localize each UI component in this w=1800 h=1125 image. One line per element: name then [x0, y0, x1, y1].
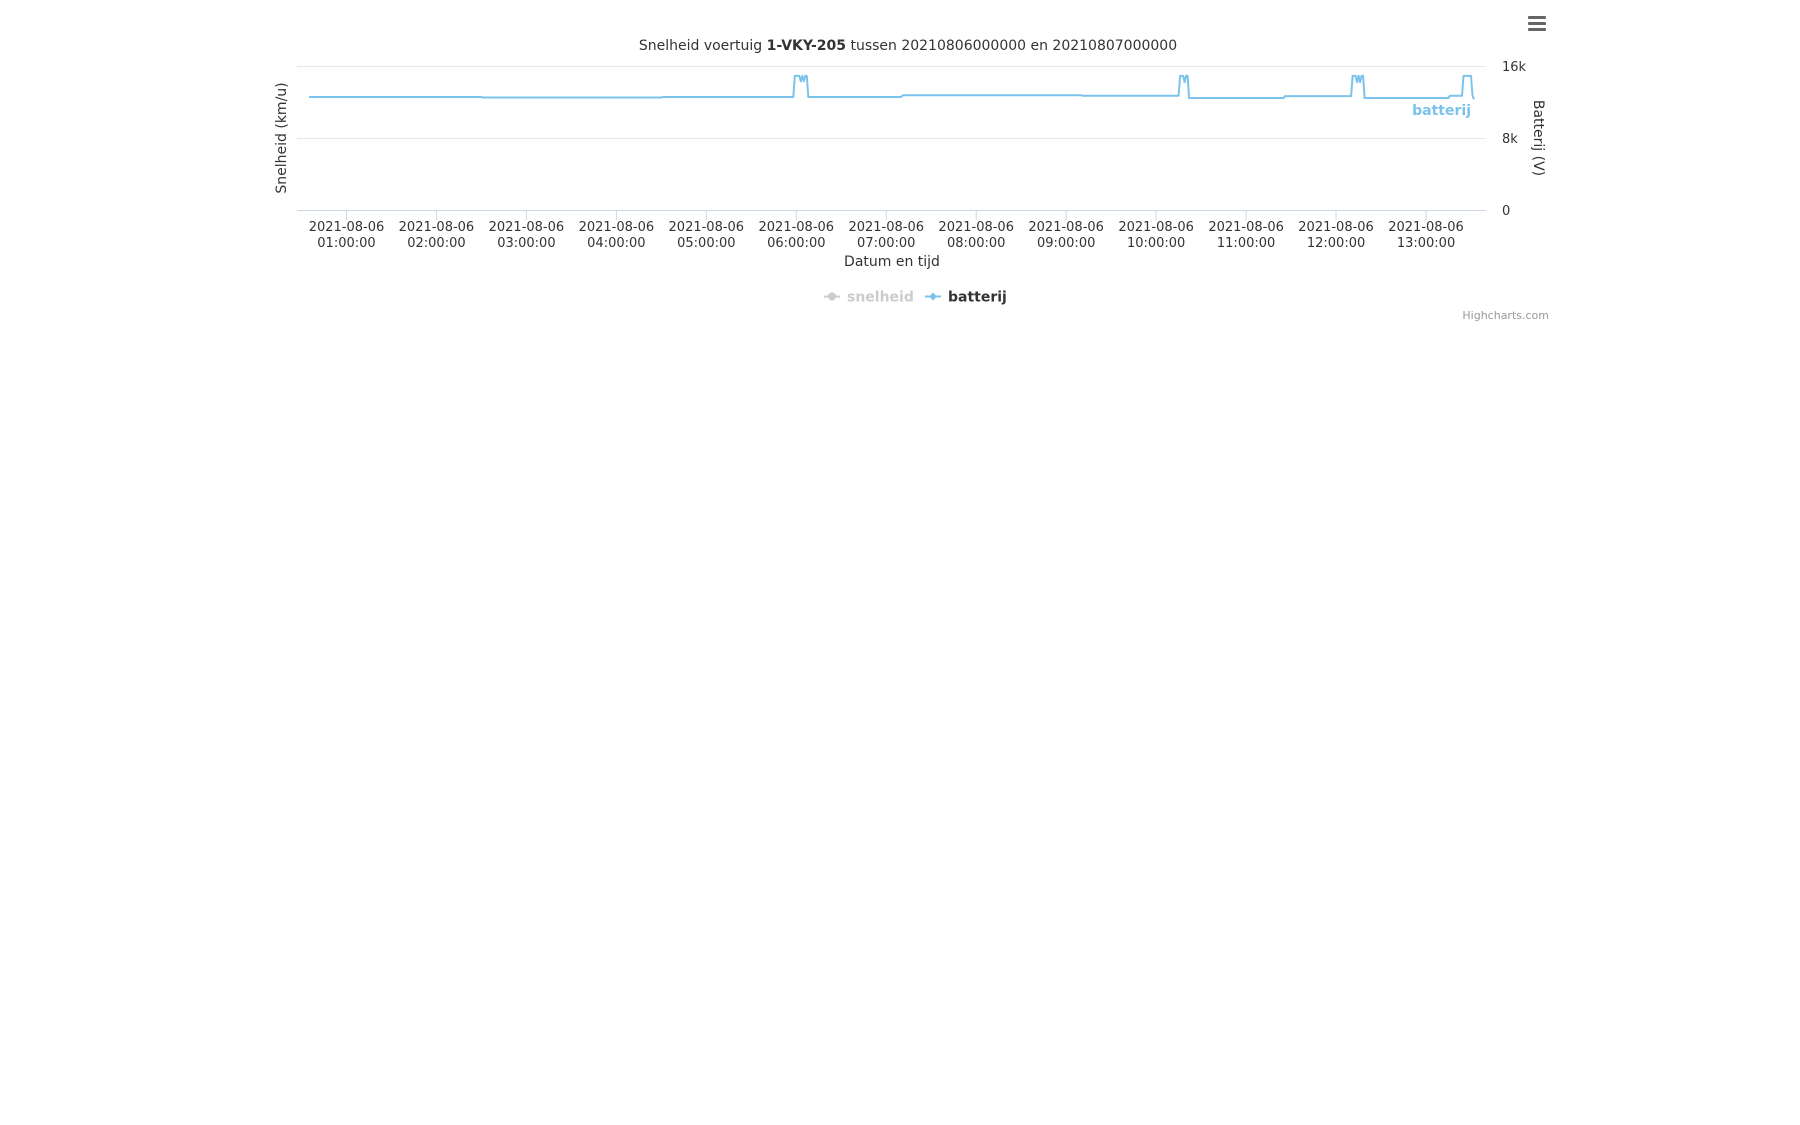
y-tick-label: 8k	[1502, 132, 1518, 147]
x-tick-label: 2021-08-06 05:00:00	[669, 220, 745, 251]
chart-title: Snelheid voertuig 1-VKY-205 tussen 20210…	[639, 38, 1177, 54]
series-end-label-batterij: batterij	[1412, 103, 1471, 119]
x-axis-ticks: 2021-08-06 01:00:00 2021-08-06 02:00:00 2021…	[309, 210, 1464, 251]
chart-menu-button[interactable]	[1520, 10, 1552, 38]
x-tick-label: 2021-08-06 11:00:00	[1208, 220, 1284, 251]
legend-item-snelheid[interactable]: snelheid	[824, 290, 914, 306]
legend-marker-batterij	[929, 292, 937, 301]
x-tick-label: 2021-08-06 01:00:00	[309, 220, 385, 251]
x-tick-label: 2021-08-06 02:00:00	[399, 220, 475, 251]
gridlines	[297, 66, 1486, 139]
chart-container: Snelheid voertuig 1-VKY-205 tussen 20210…	[0, 0, 1800, 340]
legend-label-snelheid: snelheid	[847, 290, 914, 306]
x-axis-title: Datum en tijd	[844, 254, 940, 270]
x-tick-label: 2021-08-06 09:00:00	[1028, 220, 1104, 251]
chart-title-vehicle: 1-VKY-205	[767, 38, 846, 54]
legend-marker-snelheid	[828, 292, 836, 301]
legend-item-batterij[interactable]: batterij	[925, 290, 1007, 306]
chart-title-prefix: Snelheid voertuig	[639, 38, 767, 54]
chart-svg: Snelheid voertuig 1-VKY-205 tussen 20210…	[274, 10, 1552, 322]
series-layer: batterij	[309, 74, 1475, 119]
x-tick-label: 2021-08-06 03:00:00	[489, 220, 565, 251]
x-tick-label: 2021-08-06 10:00:00	[1118, 220, 1194, 251]
x-tick-label: 2021-08-06 12:00:00	[1298, 220, 1374, 251]
y-axis-right-ticks: 0 8k 16k	[1502, 60, 1527, 219]
hamburger-menu-icon	[1528, 16, 1546, 31]
legend: snelheid batterij	[824, 290, 1007, 306]
legend-label-batterij: batterij	[948, 290, 1007, 306]
x-tick-label: 2021-08-06 07:00:00	[848, 220, 924, 251]
y-axis-left-title: Snelheid (km/u)	[274, 82, 290, 193]
x-tick-label: 2021-08-06 08:00:00	[938, 220, 1014, 251]
x-tick-label: 2021-08-06 13:00:00	[1388, 220, 1464, 251]
credits-link[interactable]: Highcharts.com	[1462, 309, 1549, 322]
x-tick-label: 2021-08-06 04:00:00	[579, 220, 655, 251]
y-tick-label: 0	[1502, 204, 1510, 219]
series-line-batterij	[309, 74, 1475, 100]
y-axis-right-title: Batterij (V)	[1530, 100, 1546, 176]
chart-title-suffix: tussen 20210806000000 en 20210807000000	[846, 38, 1177, 54]
x-tick-label: 2021-08-06 06:00:00	[759, 220, 835, 251]
y-tick-label: 16k	[1502, 60, 1527, 75]
